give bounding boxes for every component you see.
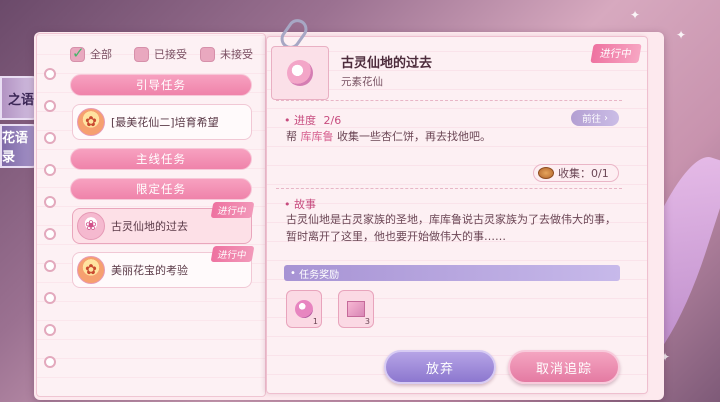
goto-button[interactable]: 前往 › <box>571 110 619 126</box>
quest-subtitle: 元素花仙 <box>341 76 383 88</box>
checkbox-icon <box>200 46 215 62</box>
gem-icon <box>295 300 313 318</box>
filter-not-accepted[interactable]: 未接受 <box>200 46 253 62</box>
category-limited-button[interactable]: 限定任务 <box>70 178 252 200</box>
divider <box>276 100 622 101</box>
bullet-icon: • <box>284 114 291 127</box>
quest-label: 古灵仙地的过去 <box>111 220 188 233</box>
give-up-button[interactable]: 放弃 <box>384 350 496 384</box>
quest-title: 古灵仙地的过去 <box>341 56 433 71</box>
binder-ring <box>44 324 56 336</box>
category-guide-button[interactable]: 引导任务 <box>70 74 252 96</box>
checkbox-checked-icon <box>70 44 85 62</box>
reward-item-2[interactable]: 3 <box>338 290 374 328</box>
quest-label: [最美花仙二]培育希望 <box>111 116 219 129</box>
flower-fairy-icon <box>287 60 313 86</box>
story-label: 故事 <box>294 198 316 211</box>
quest-item-limited-1[interactable]: ❀ 古灵仙地的过去 进行中 <box>72 202 255 244</box>
binder-ring <box>44 164 56 176</box>
binder-ring <box>44 100 56 112</box>
goto-label: 前往 <box>582 114 602 125</box>
story-text: 古灵仙地是古灵家族的圣地，库库鲁说古灵家族为了去做伟大的事，暂时离开了这里，他也… <box>286 213 616 243</box>
quest-avatar-icon: ✿ <box>77 108 105 136</box>
bullet-icon: • <box>284 198 291 211</box>
divider <box>276 188 622 189</box>
gift-box-icon <box>347 301 365 317</box>
untrack-button[interactable]: 取消追踪 <box>508 350 620 384</box>
binder-ring <box>44 132 56 144</box>
quest-avatar-icon: ✿ <box>77 256 105 284</box>
filter-label: 全部 <box>90 48 112 61</box>
almond-cookie-icon <box>538 167 554 179</box>
progress-value: 2/6 <box>323 114 342 127</box>
quest-portrait <box>271 46 329 100</box>
arrow-right-icon: › <box>604 112 608 124</box>
binder-ring <box>44 260 56 272</box>
filter-label: 未接受 <box>220 48 253 61</box>
filter-accepted[interactable]: 已接受 <box>134 46 187 62</box>
quest-label: 美丽花宝的考验 <box>111 264 188 277</box>
reward-item-1[interactable]: 1 <box>286 290 322 328</box>
filter-all[interactable]: 全部 <box>70 44 112 62</box>
progress-section: • 进度 2/6 <box>284 112 341 128</box>
status-badge: 进行中 <box>211 246 255 262</box>
collect-label: 收集：0/1 <box>558 167 609 180</box>
reward-header: • 任务奖励 <box>284 265 620 281</box>
side-tab-label: 花语录 <box>2 131 29 165</box>
category-main-button[interactable]: 主线任务 <box>70 148 252 170</box>
binder-ring <box>44 196 56 208</box>
task-description: 帮 库库鲁 收集一些杏仁饼，再去找他吧。 <box>286 128 491 145</box>
binder-ring <box>44 292 56 304</box>
npc-name: 库库鲁 <box>300 130 334 143</box>
binder-ring <box>44 228 56 240</box>
side-tab-label: 之语 <box>7 92 34 108</box>
checkbox-icon <box>134 46 149 62</box>
progress-label: 进度 <box>294 114 316 127</box>
status-badge: 进行中 <box>211 202 255 218</box>
quest-avatar-icon: ❀ <box>77 212 105 240</box>
story-section: • 故事 <box>284 196 316 212</box>
binder-ring <box>44 68 56 80</box>
sparkle-icon: ✦ <box>676 28 687 42</box>
bullet-icon: • <box>290 267 300 279</box>
reward-label: 任务奖励 <box>299 269 340 281</box>
binder-ring <box>44 356 56 368</box>
quest-item-limited-2[interactable]: ✿ 美丽花宝的考验 进行中 <box>72 246 255 288</box>
reward-count: 1 <box>312 317 318 326</box>
filter-label: 已接受 <box>154 48 187 61</box>
task-prefix: 帮 <box>286 130 297 143</box>
sparkle-icon: ✦ <box>630 8 641 22</box>
collect-progress: 收集：0/1 <box>533 164 619 182</box>
quest-item-guide[interactable]: ✿ [最美花仙二]培育希望 <box>72 104 252 140</box>
reward-count: 3 <box>364 317 370 326</box>
status-badge: 进行中 <box>590 44 642 63</box>
task-rest: 收集一些杏仁饼，再去找他吧。 <box>337 130 491 143</box>
